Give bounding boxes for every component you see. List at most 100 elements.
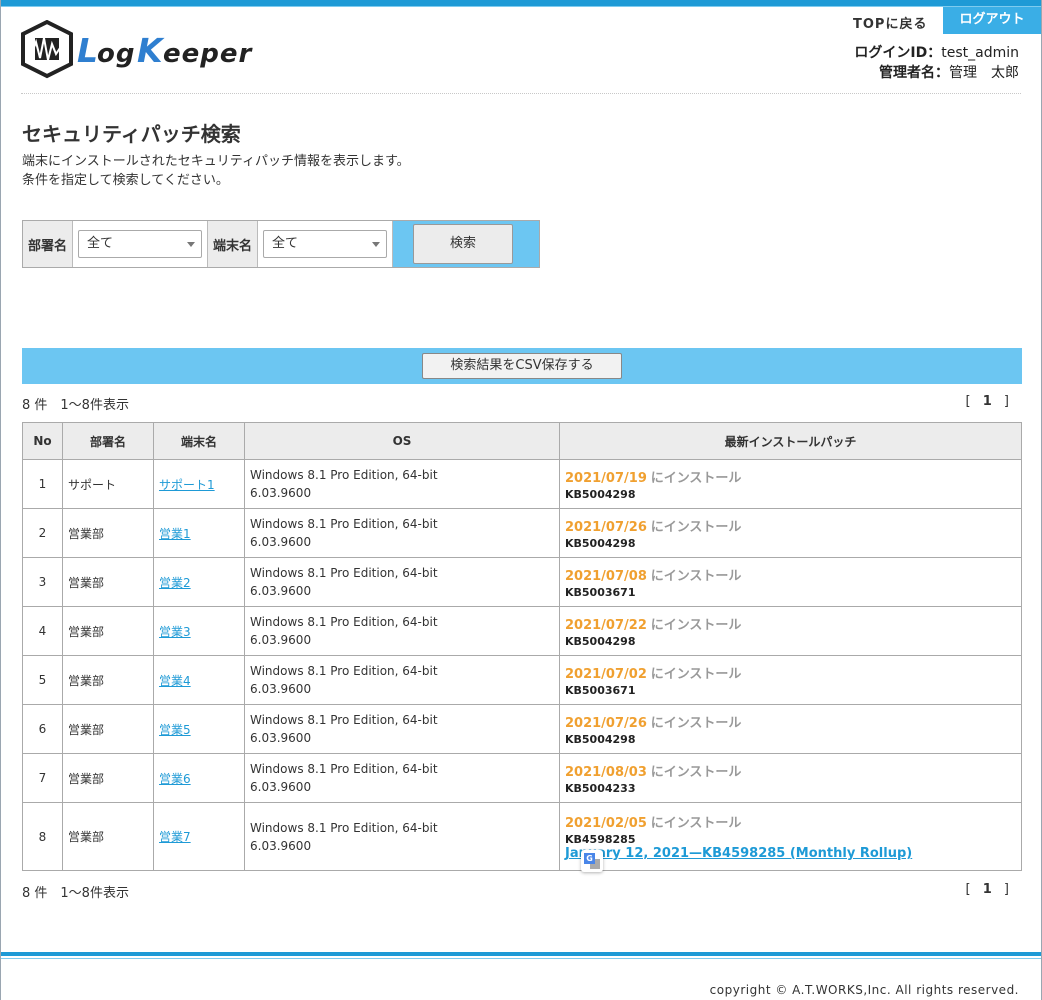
install-suffix: にインストール (650, 569, 742, 584)
page-description-line: 端末にインストールされたセキュリティパッチ情報を表示します。 (22, 154, 410, 169)
kb-number: KB5004233 (565, 782, 636, 795)
pager-close: ] (1003, 882, 1013, 897)
results-table: No 部署名 端末名 OS 最新インストールパッチ 1 サポート サポート1 Wind… (22, 422, 1022, 871)
install-suffix: にインストール (650, 765, 742, 780)
install-suffix: にインストール (650, 667, 742, 682)
terminal-link[interactable]: 営業5 (159, 723, 191, 737)
install-date: 2021/08/03 (565, 765, 647, 780)
os-version: 6.03.9600 (250, 731, 312, 745)
install-date: 2021/02/05 (565, 816, 647, 831)
install-suffix: にインストール (650, 618, 742, 633)
table-header-row: No 部署名 端末名 OS 最新インストールパッチ (22, 422, 1022, 460)
terminal-link[interactable]: 営業4 (159, 674, 191, 688)
pagination: [ 1 ] (966, 394, 1013, 409)
page-title: セキュリティパッチ検索 (22, 122, 241, 146)
cell-terminal: サポート1 (153, 459, 245, 509)
kb-number: KB5004298 (565, 733, 636, 746)
cell-patch: 2021/07/02 にインストール KB5003671 (559, 655, 1022, 705)
page-description: 端末にインストールされたセキュリティパッチ情報を表示します。 条件を指定して検索… (22, 152, 410, 190)
chevron-down-icon (187, 242, 196, 247)
install-date: 2021/07/22 (565, 618, 647, 633)
logout-button[interactable]: ログアウト (943, 7, 1041, 34)
kb-link[interactable]: January 12, 2021—KB4598285 (Monthly Roll… (565, 846, 1016, 861)
login-id-value: test_admin (941, 45, 1019, 61)
table-row: 5 営業部 営業4 Windows 8.1 Pro Edition, 64-bit 6.… (22, 655, 1022, 705)
terminal-label: 端末名 (208, 221, 259, 267)
kb-number: KB5003671 (565, 684, 636, 697)
terminal-link[interactable]: サポート1 (159, 478, 215, 492)
search-form: 部署名 全て 端末名 全て 検索 (22, 220, 540, 268)
terminal-select-cell: 全て (258, 221, 394, 267)
cell-terminal: 営業3 (153, 606, 245, 656)
svg-text:K: K (137, 31, 165, 70)
table-row: 1 サポート サポート1 Windows 8.1 Pro Edition, 64-bi… (22, 459, 1022, 509)
cell-patch: 2021/08/03 にインストール KB5004233 (559, 753, 1022, 803)
top-link[interactable]: TOPに戻る (853, 13, 927, 32)
admin-name-label: 管理者名： (879, 65, 949, 81)
install-suffix: にインストール (650, 816, 742, 831)
svg-text:eeper: eeper (163, 39, 254, 69)
cell-no: 2 (22, 508, 63, 558)
dept-select-value: 全て (87, 236, 114, 251)
kb-number: KB5004298 (565, 488, 636, 501)
cell-patch: 2021/02/05 にインストール KB4598285 January 12, 2… (559, 802, 1022, 871)
dept-select[interactable]: 全て (78, 230, 203, 258)
cell-patch: 2021/07/19 にインストール KB5004298 (559, 459, 1022, 509)
footer-accent-line (1, 958, 1041, 959)
cell-dept: 営業部 (62, 704, 154, 754)
os-name: Windows 8.1 Pro Edition, 64-bit (250, 468, 438, 482)
cell-os: Windows 8.1 Pro Edition, 64-bit 6.03.9600 (244, 655, 560, 705)
pager-page-1[interactable]: 1 (983, 394, 996, 409)
os-name: Windows 8.1 Pro Edition, 64-bit (250, 762, 438, 776)
cell-dept: 営業部 (62, 557, 154, 607)
cell-dept: 営業部 (62, 655, 154, 705)
table-row: 3 営業部 営業2 Windows 8.1 Pro Edition, 64-bit 6.… (22, 557, 1022, 607)
os-version: 6.03.9600 (250, 584, 312, 598)
login-id-label: ログインID： (854, 45, 942, 61)
cell-no: 6 (22, 704, 63, 754)
cell-terminal: 営業4 (153, 655, 245, 705)
install-date: 2021/07/26 (565, 716, 647, 731)
col-header-terminal: 端末名 (153, 422, 245, 460)
cell-terminal: 営業6 (153, 753, 245, 803)
svg-text:L: L (77, 31, 99, 70)
os-name: Windows 8.1 Pro Edition, 64-bit (250, 820, 438, 835)
csv-save-button[interactable]: 検索結果をCSV保存する (422, 353, 622, 379)
terminal-link[interactable]: 営業3 (159, 625, 191, 639)
col-header-no: No (22, 422, 63, 460)
cell-patch: 2021/07/22 にインストール KB5004298 (559, 606, 1022, 656)
terminal-link[interactable]: 営業2 (159, 576, 191, 590)
search-button[interactable]: 検索 (413, 224, 514, 264)
cell-dept: 営業部 (62, 802, 154, 871)
cell-patch: 2021/07/08 にインストール KB5003671 (559, 557, 1022, 607)
terminal-select[interactable]: 全て (263, 230, 388, 258)
cell-patch: 2021/07/26 にインストール KB5004298 (559, 704, 1022, 754)
pager-open: [ (965, 394, 975, 409)
cell-no: 4 (22, 606, 63, 656)
top-accent-line (1, 6, 1041, 7)
col-header-dept: 部署名 (62, 422, 154, 460)
dept-select-cell: 全て (73, 221, 209, 267)
pager-page-1[interactable]: 1 (983, 882, 996, 897)
install-date: 2021/07/08 (565, 569, 647, 584)
kb-number: KB4598285 (565, 833, 636, 846)
kb-number: KB5004298 (565, 537, 636, 550)
cell-os: Windows 8.1 Pro Edition, 64-bit 6.03.9600 (244, 557, 560, 607)
install-suffix: にインストール (650, 471, 742, 486)
result-count-bottom: 8 件 1～8件表示 (22, 886, 129, 901)
cell-terminal: 営業1 (153, 508, 245, 558)
terminal-link[interactable]: 営業1 (159, 527, 191, 541)
header-divider (21, 93, 1021, 94)
table-row: 6 営業部 営業5 Windows 8.1 Pro Edition, 64-bit 6.… (22, 704, 1022, 754)
os-version: 6.03.9600 (250, 633, 312, 647)
cell-no: 1 (22, 459, 63, 509)
table-body: 1 サポート サポート1 Windows 8.1 Pro Edition, 64-bi… (22, 459, 1022, 871)
logkeeper-logo[interactable]: L og K eeper (21, 20, 351, 80)
cell-no: 8 (22, 802, 63, 871)
cell-patch: 2021/07/26 にインストール KB5004298 (559, 508, 1022, 558)
translate-icon[interactable]: G (581, 850, 603, 872)
table-row: 8 営業部 営業7 Windows 8.1 Pro Edition, 64-bit 6.… (22, 802, 1022, 871)
terminal-link[interactable]: 営業6 (159, 772, 191, 786)
col-header-patch: 最新インストールパッチ (559, 422, 1022, 460)
terminal-link[interactable]: 営業7 (159, 830, 191, 844)
